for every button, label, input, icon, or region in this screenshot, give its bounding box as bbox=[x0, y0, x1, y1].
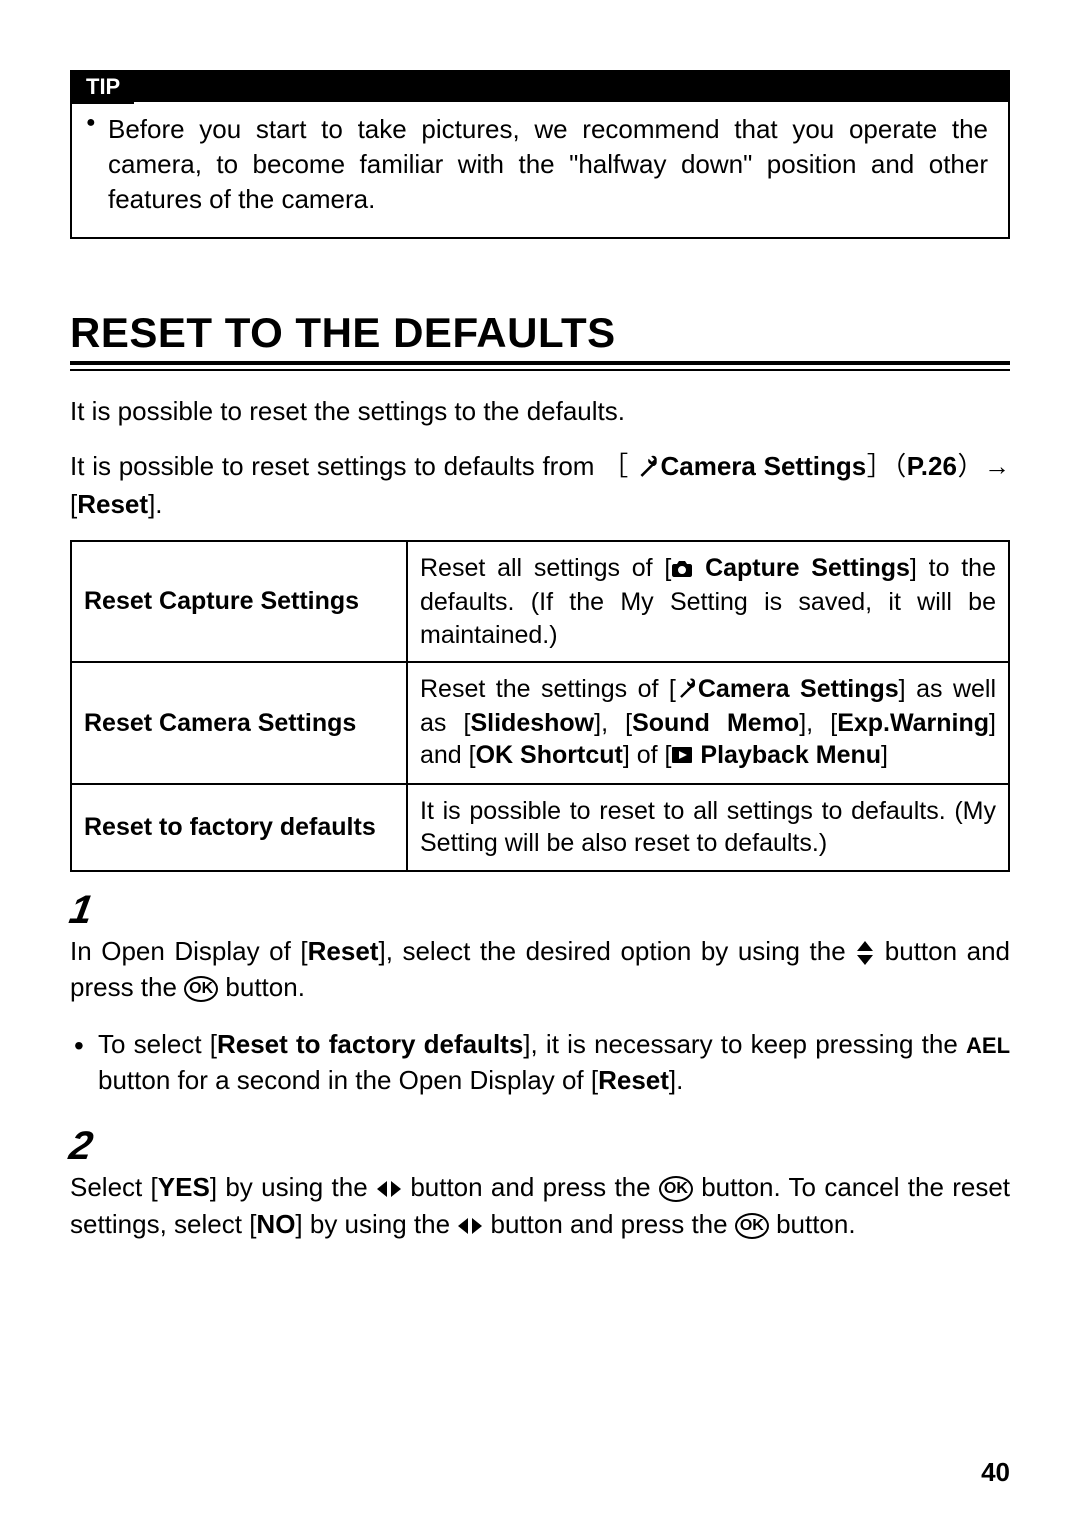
wrench-icon bbox=[676, 674, 698, 707]
text: ], [ bbox=[799, 709, 837, 737]
row-description: It is possible to reset to all settings … bbox=[407, 784, 1009, 871]
tip-label: TIP bbox=[72, 70, 134, 104]
text: ]. bbox=[669, 1065, 683, 1095]
row-description: Reset the settings of [ Camera Settings ] … bbox=[407, 662, 1009, 784]
text: ] by using the bbox=[210, 1172, 376, 1202]
step-2-text: Select [YES] by using the button and pre… bbox=[70, 1169, 1010, 1242]
tip-text: Before you start to take pictures, we re… bbox=[108, 112, 988, 217]
text: ]. bbox=[148, 489, 162, 519]
text-bold: Capture Settings bbox=[693, 554, 910, 582]
step-number-1: 1 bbox=[66, 888, 96, 933]
text-bold: Camera Settings bbox=[698, 675, 899, 703]
text-bold: Exp.Warning bbox=[837, 709, 989, 737]
text: ], [ bbox=[594, 709, 632, 737]
ok-button-icon: OK bbox=[184, 976, 218, 1002]
tip-body: Before you start to take pictures, we re… bbox=[72, 102, 1008, 237]
text-bold: Reset to factory defaults bbox=[217, 1029, 523, 1059]
text: Reset the settings of [ bbox=[420, 675, 676, 703]
text-bold: Reset bbox=[77, 489, 148, 519]
row-label: Reset Capture Settings bbox=[71, 541, 407, 662]
reset-options-table: Reset Capture Settings Reset all setting… bbox=[70, 540, 1010, 871]
camera-icon bbox=[671, 554, 693, 587]
page-number: 40 bbox=[981, 1457, 1010, 1488]
section-title: RESET TO THE DEFAULTS bbox=[70, 309, 1010, 357]
text-bold: Reset bbox=[598, 1065, 669, 1095]
text-bold: Slideshow bbox=[470, 709, 594, 737]
row-label: Reset Camera Settings bbox=[71, 662, 407, 784]
wrench-icon bbox=[636, 450, 660, 486]
text: ], select the desired option by using th… bbox=[378, 936, 855, 966]
text-bold: Reset bbox=[308, 936, 379, 966]
text: button and press the bbox=[402, 1172, 659, 1202]
document-page: TIP Before you start to take pictures, w… bbox=[0, 0, 1080, 1528]
table-row: Reset Capture Settings Reset all setting… bbox=[71, 541, 1009, 662]
text: Reset all settings of [ bbox=[420, 554, 671, 582]
row-description: Reset all settings of [ Capture Settings… bbox=[407, 541, 1009, 662]
step-number-2: 2 bbox=[66, 1124, 96, 1169]
text: button. bbox=[776, 1209, 856, 1239]
step-1-text: In Open Display of [Reset], select the d… bbox=[70, 933, 1010, 1006]
ok-button-icon: OK bbox=[735, 1213, 769, 1239]
playback-icon bbox=[671, 740, 693, 773]
text: ] by using the bbox=[295, 1209, 457, 1239]
intro-paragraph-1: It is possible to reset the settings to … bbox=[70, 393, 1010, 429]
text-bold: YES bbox=[158, 1172, 210, 1202]
text: button and press the bbox=[483, 1209, 735, 1239]
table-row: Reset Camera Settings Reset the settings… bbox=[71, 662, 1009, 784]
text: ] of [ bbox=[623, 741, 672, 769]
text: button. bbox=[225, 972, 305, 1002]
text: In Open Display of [ bbox=[70, 936, 308, 966]
tip-box: TIP Before you start to take pictures, w… bbox=[70, 70, 1010, 239]
up-down-arrows-icon bbox=[855, 936, 875, 966]
intro-paragraph-2: It is possible to reset settings to defa… bbox=[70, 448, 1010, 523]
text: ］（ bbox=[866, 451, 907, 481]
ael-button-label: AEL bbox=[966, 1033, 1010, 1058]
text-bold: NO bbox=[256, 1209, 295, 1239]
ok-button-icon: OK bbox=[659, 1176, 693, 1202]
text: ], it is necessary to keep pressing the bbox=[523, 1029, 966, 1059]
text-bold: Sound Memo bbox=[632, 709, 799, 737]
section-rule bbox=[70, 361, 1010, 371]
text-bold: Camera Settings bbox=[660, 451, 866, 481]
left-right-arrows-icon bbox=[457, 1209, 483, 1239]
text: To select [ bbox=[98, 1029, 217, 1059]
text: ] bbox=[881, 741, 888, 769]
text: It is possible to reset settings to defa… bbox=[70, 451, 629, 481]
text: button for a second in the Open Display … bbox=[98, 1065, 598, 1095]
row-label: Reset to factory defaults bbox=[71, 784, 407, 871]
left-right-arrows-icon bbox=[376, 1172, 402, 1202]
text: Select [ bbox=[70, 1172, 158, 1202]
table-row: Reset to factory defaults It is possible… bbox=[71, 784, 1009, 871]
text-bold: Playback Menu bbox=[693, 741, 881, 769]
text-bold: OK Shortcut bbox=[476, 741, 623, 769]
note-bullet: To select [Reset to factory defaults], i… bbox=[70, 1026, 1010, 1099]
text-bold: P.26 bbox=[907, 451, 957, 481]
tip-header-bar: TIP bbox=[72, 72, 1008, 102]
